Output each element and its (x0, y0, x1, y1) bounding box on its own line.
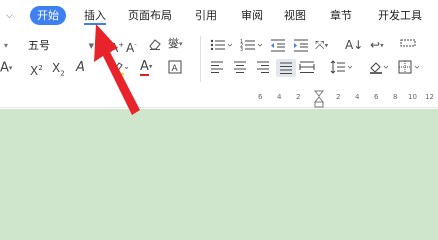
clear-format-icon[interactable] (148, 37, 162, 53)
show-hide-marks-icon[interactable]: ↩▾ (370, 37, 384, 53)
font-name-dropdown-icon[interactable]: ▾ (4, 38, 8, 54)
tab-home[interactable]: 开始 (30, 6, 66, 25)
toolbar-separator (200, 36, 201, 82)
tab-references[interactable]: 引用 (195, 6, 217, 25)
ruler-tick: 8 (393, 93, 398, 101)
svg-text:3: 3 (240, 47, 243, 52)
decrease-indent-icon[interactable] (270, 38, 286, 54)
chinese-layout-icon[interactable]: ⤧▾ (315, 37, 328, 53)
align-left-icon[interactable] (210, 61, 224, 77)
font-size-select[interactable]: 五号 ▼ (24, 37, 96, 55)
tab-developer-tools[interactable]: 开发工具 (378, 6, 422, 25)
table-tools-icon[interactable] (400, 38, 416, 54)
ruler-tick: 10 (408, 93, 417, 101)
font-size-value: 五号 (28, 39, 50, 52)
quick-access-dropdown-icon[interactable]: ⌵ (6, 8, 13, 24)
ruler-tick: 2 (336, 93, 341, 101)
ruler-tick: 12 (425, 93, 434, 101)
document-canvas[interactable] (0, 109, 438, 240)
bullet-list-icon[interactable] (210, 38, 232, 54)
distributed-align-icon[interactable] (299, 61, 315, 77)
phonetic-guide-icon[interactable]: 燮▾ (168, 36, 183, 52)
ruler-tick: 4 (355, 93, 360, 101)
ribbon-tab-bar: ⌵ 开始 插入 页面布局 引用 审阅 视图 章节 开发工具 (0, 0, 438, 31)
align-center-icon[interactable] (233, 61, 247, 77)
sort-icon[interactable]: A↓ (345, 37, 363, 53)
align-right-icon[interactable] (256, 61, 270, 77)
tab-chapter[interactable]: 章节 (330, 6, 352, 25)
ruler-tick: 6 (374, 93, 379, 101)
svg-text:A: A (172, 64, 179, 74)
justify-icon[interactable] (276, 59, 296, 77)
borders-icon[interactable] (398, 60, 422, 76)
character-border-icon[interactable]: A (168, 60, 182, 76)
shading-icon[interactable] (368, 60, 390, 76)
tab-review[interactable]: 审阅 (241, 6, 263, 25)
annotation-arrow-icon (94, 24, 140, 115)
line-spacing-icon[interactable] (330, 60, 352, 76)
ruler-tick: 6 (258, 93, 263, 101)
horizontal-ruler[interactable]: 6 4 2 2 4 6 8 10 12 (0, 88, 438, 108)
numbered-list-icon[interactable]: 123 (240, 38, 262, 54)
font-effects-icon[interactable]: A▾ (0, 60, 12, 76)
ruler-tick: 4 (277, 93, 282, 101)
text-outline-icon[interactable]: A (76, 60, 85, 76)
tab-view[interactable]: 视图 (284, 6, 306, 25)
superscript-icon[interactable]: X2 (30, 60, 43, 78)
indent-marker-icon[interactable] (314, 90, 324, 108)
ruler-tick: 2 (296, 93, 301, 101)
subscript-icon[interactable]: X2 (52, 60, 65, 77)
increase-indent-icon[interactable] (293, 38, 309, 54)
